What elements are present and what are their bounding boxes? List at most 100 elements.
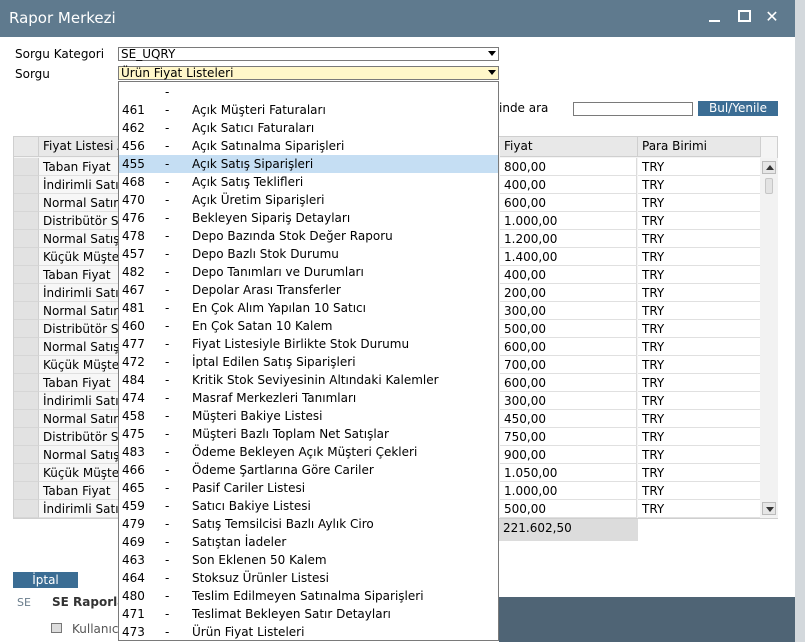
dropdown-option[interactable]: 472 - İptal Edilen Satış Siparişleri — [119, 353, 498, 371]
price-list-cell[interactable]: Distribütör Sat — [39, 428, 119, 446]
price-list-cell[interactable]: Distribütör Sat — [39, 212, 119, 230]
row-selector[interactable] — [14, 338, 39, 356]
chevron-down-icon[interactable] — [488, 51, 496, 56]
dropdown-option[interactable]: 462 - Açık Satıcı Faturaları — [119, 119, 498, 137]
dropdown-option[interactable]: 463 - Son Eklenen 50 Kalem — [119, 551, 498, 569]
cancel-button[interactable]: İptal — [13, 572, 78, 588]
row-selector[interactable] — [14, 248, 39, 266]
row-selector[interactable] — [14, 356, 39, 374]
dropdown-option[interactable]: 466 - Ödeme Şartlarına Göre Cariler — [119, 461, 498, 479]
dropdown-option[interactable]: 482 - Depo Tanımları ve Durumları — [119, 263, 498, 281]
price-list-cell[interactable]: Normal Satış F — [39, 338, 119, 356]
price-cell[interactable]: 500,00 — [500, 500, 637, 518]
currency-cell[interactable]: TRY — [638, 320, 761, 338]
price-list-cell[interactable]: Taban Fiyat — [39, 266, 119, 284]
price-cell[interactable]: 1.050,00 — [500, 464, 637, 482]
price-list-cell[interactable]: Taban Fiyat — [39, 374, 119, 392]
currency-cell[interactable]: TRY — [638, 176, 761, 194]
dropdown-option[interactable]: 456 - Açık Satınalma Siparişleri — [119, 137, 498, 155]
row-selector[interactable] — [14, 446, 39, 464]
dropdown-option[interactable]: 475 - Müşteri Bazlı Toplam Net Satışlar — [119, 425, 498, 443]
price-cell[interactable]: 200,00 — [500, 284, 637, 302]
price-list-cell[interactable]: Normal Satın A — [39, 194, 119, 212]
price-cell[interactable]: 300,00 — [500, 302, 637, 320]
row-selector[interactable] — [14, 212, 39, 230]
currency-cell[interactable]: TRY — [638, 230, 761, 248]
currency-cell[interactable]: TRY — [638, 194, 761, 212]
row-selector[interactable] — [14, 302, 39, 320]
currency-cell[interactable]: TRY — [638, 482, 761, 500]
row-selector[interactable] — [14, 374, 39, 392]
dropdown-option[interactable]: 478 - Depo Bazında Stok Değer Raporu — [119, 227, 498, 245]
price-list-cell[interactable]: İndirimli Satın — [39, 392, 119, 410]
price-list-cell[interactable]: Küçük Müşteri — [39, 248, 119, 266]
column-header-currency[interactable]: Para Birimi — [638, 137, 761, 157]
dropdown-option[interactable]: 467 - Depolar Arası Transferler — [119, 281, 498, 299]
price-list-cell[interactable]: Taban Fiyat — [39, 158, 119, 176]
price-cell[interactable]: 1.000,00 — [500, 212, 637, 230]
dropdown-option[interactable]: 464 - Stoksuz Ürünler Listesi — [119, 569, 498, 587]
dropdown-option[interactable]: 479 - Satış Temsilcisi Bazlı Aylık Ciro — [119, 515, 498, 533]
dropdown-option[interactable]: 469 - Satıştan İadeler — [119, 533, 498, 551]
currency-cell[interactable]: TRY — [638, 464, 761, 482]
price-list-cell[interactable]: Küçük Müşteri — [39, 356, 119, 374]
price-list-cell[interactable]: Küçük Müşteri — [39, 464, 119, 482]
row-selector[interactable] — [14, 320, 39, 338]
price-list-cell[interactable]: Normal Satın A — [39, 410, 119, 428]
dropdown-option[interactable]: 480 - Teslim Edilmeyen Satınalma Siparişle… — [119, 587, 498, 605]
price-cell[interactable]: 700,00 — [500, 356, 637, 374]
column-header-price[interactable]: Fiyat — [500, 137, 638, 157]
row-selector[interactable] — [14, 392, 39, 410]
row-selector[interactable] — [14, 284, 39, 302]
dropdown-option[interactable]: 483 - Ödeme Bekleyen Açık Müşteri Çekleri — [119, 443, 498, 461]
price-cell[interactable]: 400,00 — [500, 266, 637, 284]
price-list-cell[interactable]: Normal Satın A — [39, 302, 119, 320]
dropdown-option[interactable]: 481 - En Çok Alım Yapılan 10 Satıcı — [119, 299, 498, 317]
price-list-cell[interactable]: Normal Satış F — [39, 446, 119, 464]
dropdown-option[interactable]: 458 - Müşteri Bakiye Listesi — [119, 407, 498, 425]
price-cell[interactable]: 600,00 — [500, 194, 637, 212]
price-list-cell[interactable]: Distribütör Sat — [39, 320, 119, 338]
dropdown-option[interactable]: 457 - Depo Bazlı Stok Durumu — [119, 245, 498, 263]
query-dropdown-list[interactable]: - 461 - Açık Müşteri Faturaları 462 - Açık Sat… — [118, 81, 499, 641]
dropdown-option[interactable]: 470 - Açık Üretim Siparişleri — [119, 191, 498, 209]
price-cell[interactable]: 600,00 — [500, 374, 637, 392]
price-cell[interactable]: 450,00 — [500, 410, 637, 428]
row-selector[interactable] — [14, 428, 39, 446]
category-select[interactable]: SE_UQRY — [118, 47, 499, 61]
close-icon[interactable]: ✕ — [762, 7, 782, 27]
dropdown-option[interactable]: - — [119, 83, 498, 101]
row-selector[interactable] — [14, 158, 39, 176]
price-cell[interactable]: 900,00 — [500, 446, 637, 464]
row-selector[interactable] — [14, 266, 39, 284]
price-list-cell[interactable]: İndirimli Satın — [39, 284, 119, 302]
dropdown-option[interactable]: 461 - Açık Müşteri Faturaları — [119, 101, 498, 119]
maximize-icon[interactable] — [735, 7, 755, 27]
price-cell[interactable]: 300,00 — [500, 392, 637, 410]
price-cell[interactable]: 1.400,00 — [500, 248, 637, 266]
currency-cell[interactable]: TRY — [638, 338, 761, 356]
price-cell[interactable]: 750,00 — [500, 428, 637, 446]
currency-cell[interactable]: TRY — [638, 284, 761, 302]
row-selector[interactable] — [14, 230, 39, 248]
currency-cell[interactable]: TRY — [638, 446, 761, 464]
price-list-cell[interactable]: Normal Satış F — [39, 230, 119, 248]
price-cell[interactable]: 1.200,00 — [500, 230, 637, 248]
query-select[interactable]: Ürün Fiyat Listeleri — [118, 66, 499, 80]
scroll-down-icon[interactable] — [762, 502, 776, 515]
currency-cell[interactable]: TRY — [638, 248, 761, 266]
dropdown-option[interactable]: 473 - Ürün Fiyat Listeleri — [119, 623, 498, 640]
row-selector[interactable] — [14, 500, 39, 518]
row-selector[interactable] — [14, 482, 39, 500]
currency-cell[interactable]: TRY — [638, 302, 761, 320]
search-input[interactable] — [573, 102, 693, 116]
scroll-up-icon[interactable] — [762, 161, 776, 174]
grid-scrollbar[interactable] — [760, 158, 778, 518]
row-selector[interactable] — [14, 194, 39, 212]
row-selector[interactable] — [14, 176, 39, 194]
dropdown-option[interactable]: 474 - Masraf Merkezleri Tanımları — [119, 389, 498, 407]
currency-cell[interactable]: TRY — [638, 392, 761, 410]
dropdown-option[interactable]: 455 - Açık Satış Siparişleri — [119, 155, 498, 173]
scroll-thumb[interactable] — [765, 178, 773, 194]
currency-cell[interactable]: TRY — [638, 356, 761, 374]
